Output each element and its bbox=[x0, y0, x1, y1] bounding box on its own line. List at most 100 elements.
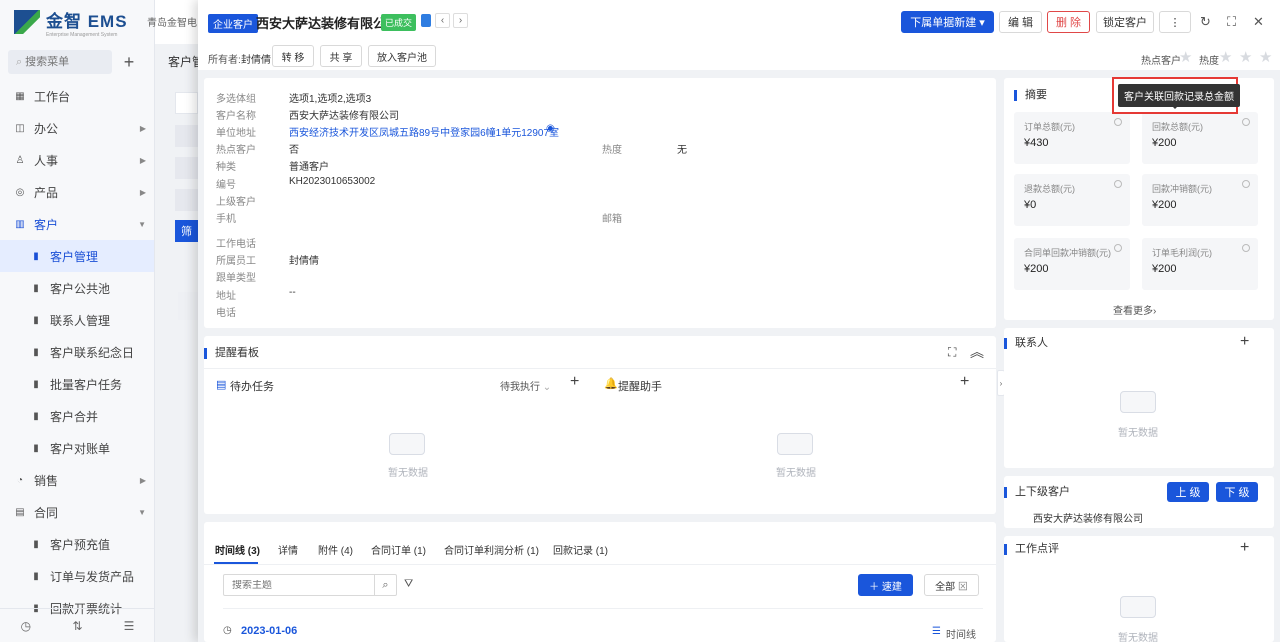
todo-filter-select[interactable]: 待我执行 ⌄ bbox=[500, 378, 551, 393]
address-link[interactable]: 西安经济技术开发区凤城五路89号中登家园6幢1单元12907室 bbox=[289, 124, 559, 139]
summary-payment-total: 回款总额(元) ¥200 bbox=[1142, 112, 1258, 164]
field-label: 客户名称 bbox=[216, 111, 256, 122]
contacts-card: 联系人 + 暂无数据 bbox=[1004, 328, 1274, 468]
bell-icon: 🔔 bbox=[604, 378, 618, 390]
collapse-up-icon[interactable]: ︽ bbox=[970, 342, 984, 362]
timeline-search-input[interactable] bbox=[224, 579, 374, 591]
close-icon[interactable]: ✕ bbox=[1253, 14, 1264, 30]
help-icon[interactable] bbox=[1114, 244, 1122, 252]
summary-label: 退款总额(元) bbox=[1024, 184, 1075, 194]
menu-collapse-icon[interactable]: ☰ bbox=[124, 619, 135, 633]
sidebar-subitem-contacts[interactable]: ▮ 联系人管理 bbox=[0, 304, 154, 336]
heat-star-icon[interactable]: ★ bbox=[1259, 48, 1272, 66]
view-more-link[interactable]: 查看更多› bbox=[1113, 302, 1156, 317]
lock-customer-button[interactable]: 锁定客户 bbox=[1096, 11, 1154, 33]
field-value: 普通客户 bbox=[289, 162, 329, 173]
help-icon[interactable] bbox=[1114, 180, 1122, 188]
add-todo-icon[interactable]: + bbox=[570, 373, 579, 391]
search-icon[interactable]: ⌕ bbox=[374, 575, 396, 595]
help-icon[interactable] bbox=[1114, 118, 1122, 126]
help-icon[interactable] bbox=[1242, 118, 1250, 126]
filter-icon[interactable]: ⛛ bbox=[404, 578, 413, 591]
add-icon[interactable]: + bbox=[118, 52, 140, 73]
folder-icon: ▮ bbox=[33, 570, 39, 582]
work-review-card: 工作点评 + 暂无数据 bbox=[1004, 536, 1274, 642]
sidebar-subitem-statement[interactable]: ▮ 客户对账单 bbox=[0, 432, 154, 464]
add-review-icon[interactable]: + bbox=[1240, 539, 1249, 557]
next-record-button[interactable]: › bbox=[453, 13, 468, 28]
tab-details[interactable]: 详情 bbox=[278, 542, 298, 557]
tab-payment-records[interactable]: 回款记录 (1) bbox=[553, 542, 608, 557]
child-customer-button[interactable]: 下 级 bbox=[1216, 482, 1258, 502]
field-label: 种类 bbox=[216, 162, 236, 173]
add-contact-icon[interactable]: + bbox=[1240, 333, 1249, 351]
sidebar-subitem-label: 客户联系纪念日 bbox=[50, 345, 135, 360]
add-reminder-icon[interactable]: + bbox=[960, 373, 969, 391]
new-sub-document-label: 下属单据新建 bbox=[910, 17, 977, 29]
brand-subtitle: Enterprise Management System bbox=[46, 31, 118, 38]
refresh-icon[interactable]: ↻ bbox=[1200, 14, 1211, 30]
sort-icon[interactable]: ⇅ bbox=[72, 619, 82, 633]
location-pin-icon[interactable]: ◉ bbox=[546, 123, 555, 134]
prev-record-button[interactable]: ‹ bbox=[435, 13, 450, 28]
hot-customer-star-icon[interactable]: ★ bbox=[1179, 48, 1192, 66]
tab-timeline[interactable]: 时间线 (3) bbox=[215, 542, 260, 557]
chevron-right-icon: ▶ bbox=[139, 187, 146, 197]
sidebar-subitem-batch-task[interactable]: ▮ 批量客户任务 bbox=[0, 368, 154, 400]
tab-profit-analysis[interactable]: 合同订单利润分析 (1) bbox=[444, 542, 539, 557]
heat-star-icon[interactable]: ★ bbox=[1239, 48, 1252, 66]
sidebar-item-office[interactable]: ◫ 办公 ▶ bbox=[0, 112, 154, 144]
bookmark-icon[interactable] bbox=[421, 14, 431, 27]
transfer-button[interactable]: 转 移 bbox=[272, 45, 314, 67]
sidebar-subitem-merge[interactable]: ▮ 客户合并 bbox=[0, 400, 154, 432]
fullscreen-icon[interactable]: ⛶ bbox=[1227, 14, 1236, 30]
summary-refund-total: 退款总额(元) ¥0 bbox=[1014, 174, 1130, 226]
field-label: 手机 bbox=[216, 214, 236, 225]
tab-attachments[interactable]: 附件 (4) bbox=[318, 542, 353, 557]
sidebar-subitem-orders[interactable]: ▮ 订单与发货产品 bbox=[0, 560, 154, 592]
sidebar-item-hr[interactable]: ♙ 人事 ▶ bbox=[0, 144, 154, 176]
chevron-down-icon: ▾ bbox=[979, 16, 985, 29]
list-icon: ☰ bbox=[932, 626, 941, 637]
help-icon[interactable] bbox=[1242, 180, 1250, 188]
share-button[interactable]: 共 享 bbox=[320, 45, 362, 67]
sidebar-item-sales[interactable]: ◔ 销售 ▶ bbox=[0, 464, 154, 496]
expand-icon[interactable]: ⛶ bbox=[948, 345, 956, 360]
heat-star-icon[interactable]: ★ bbox=[1219, 48, 1232, 66]
help-icon[interactable] bbox=[1242, 244, 1250, 252]
people-icon: ♙ bbox=[15, 154, 25, 166]
sidebar-item-customer[interactable]: ▥ 客户 ▼ bbox=[0, 208, 154, 240]
sidebar-subitem-customer-pool[interactable]: ▮ 客户公共池 bbox=[0, 272, 154, 304]
tab-contract-orders[interactable]: 合同订单 (1) bbox=[371, 542, 426, 557]
field-label: 上级客户 bbox=[216, 197, 256, 208]
hierarchy-company[interactable]: 西安大萨达装修有限公司 bbox=[1033, 510, 1143, 525]
summary-label: 订单总额(元) bbox=[1024, 122, 1075, 132]
more-actions-button[interactable]: ⋮ bbox=[1159, 11, 1191, 33]
menu-search-input[interactable] bbox=[25, 56, 106, 68]
app-sidebar: 金智 EMSEnterprise Management System ⌕ + ▦… bbox=[0, 0, 155, 642]
quick-create-button[interactable]: ＋ 速建 bbox=[858, 574, 913, 596]
summary-value: ¥200 bbox=[1152, 263, 1177, 275]
timeline-view-label[interactable]: 时间线 bbox=[946, 626, 976, 641]
new-sub-document-button[interactable]: 下属单据新建 ▾ bbox=[901, 11, 994, 33]
sidebar-item-product[interactable]: ◎ 产品 ▶ bbox=[0, 176, 154, 208]
edit-button[interactable]: 编 辑 bbox=[999, 11, 1042, 33]
sidebar-item-contract[interactable]: ▤ 合同 ▼ bbox=[0, 496, 154, 528]
all-filter-label: 全部 bbox=[935, 581, 956, 593]
sidebar-item-workbench[interactable]: ▦ 工作台 bbox=[0, 80, 154, 112]
history-icon[interactable]: ◷ bbox=[21, 619, 31, 633]
menu-search-box[interactable]: ⌕ bbox=[8, 50, 112, 74]
field-label: 热点客户 bbox=[216, 145, 256, 156]
tooltip-arrow bbox=[1170, 104, 1180, 109]
sidebar-subitem-customer-manage[interactable]: ▮ 客户管理 bbox=[0, 240, 154, 272]
move-to-pool-button[interactable]: 放入客户池 bbox=[368, 45, 436, 67]
parent-customer-button[interactable]: 上 级 bbox=[1167, 482, 1209, 502]
sidebar-subitem-prepay[interactable]: ▮ 客户预充值 bbox=[0, 528, 154, 560]
empty-inbox-icon bbox=[389, 433, 425, 455]
sidebar-item-label: 销售 bbox=[34, 473, 59, 488]
delete-button[interactable]: 删 除 bbox=[1047, 11, 1090, 33]
sidebar-subitem-anniversary[interactable]: ▮ 客户联系纪念日 bbox=[0, 336, 154, 368]
summary-label: 订单毛利润(元) bbox=[1152, 248, 1212, 258]
quick-create-label: 速建 bbox=[881, 581, 902, 593]
all-filter-button[interactable]: 全部 ⊠ bbox=[924, 574, 979, 596]
